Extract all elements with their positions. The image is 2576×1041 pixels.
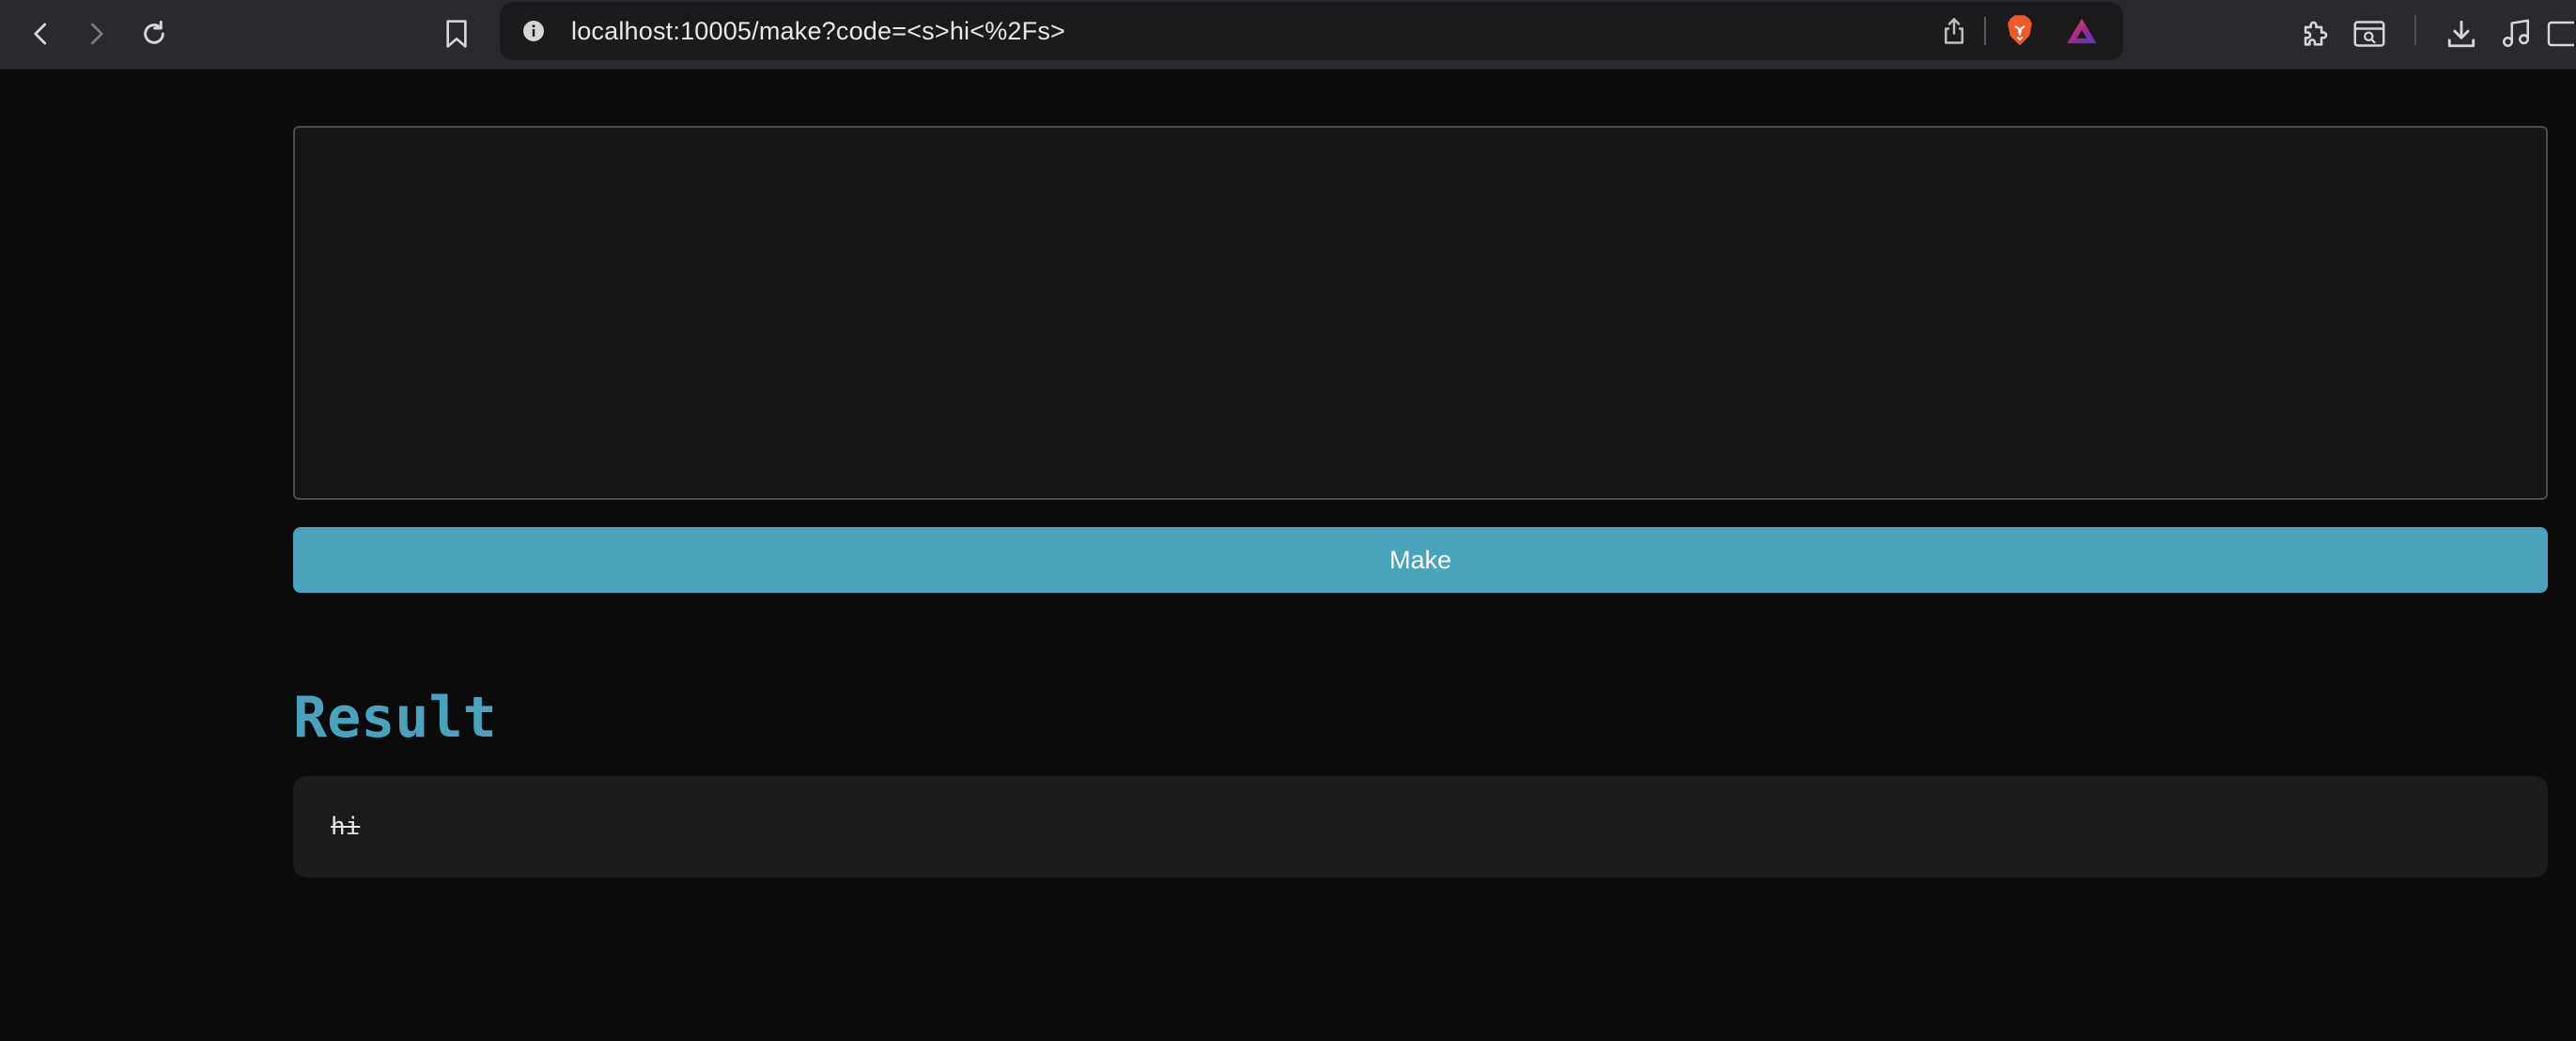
- puzzle-icon: [2304, 21, 2328, 46]
- reload-icon: [144, 20, 164, 44]
- reader-mode-icon: [2353, 21, 2385, 47]
- forward-button[interactable]: [75, 13, 116, 54]
- brave-shields-button[interactable]: [2003, 14, 2037, 48]
- brave-lion-icon: [2008, 15, 2032, 46]
- reader-mode-button[interactable]: [2349, 13, 2390, 54]
- address-bar[interactable]: localhost:10005/make?code=<s>hi<%2Fs>: [500, 2, 2123, 60]
- result-output-box: hi: [293, 776, 2548, 878]
- share-icon: [1945, 18, 1963, 44]
- browser-toolbar: localhost:10005/make?code=<s>hi<%2Fs>: [0, 0, 2576, 70]
- make-button[interactable]: Make: [293, 527, 2548, 593]
- chevron-left-icon: [34, 23, 47, 45]
- code-input[interactable]: [293, 126, 2548, 500]
- toolbar-divider: [2414, 15, 2416, 45]
- page-content: Make Result hi: [0, 70, 2576, 1041]
- bookmark-icon: [446, 20, 467, 48]
- extensions-button[interactable]: [2294, 13, 2335, 54]
- brave-rewards-button[interactable]: [2065, 14, 2099, 48]
- reload-button[interactable]: [133, 13, 175, 54]
- result-heading: Result: [293, 685, 497, 751]
- music-note-icon: [2502, 19, 2530, 48]
- downloads-button[interactable]: [2441, 13, 2482, 54]
- back-button[interactable]: [21, 13, 62, 54]
- sidebar-icon: [2547, 21, 2574, 47]
- url-text[interactable]: localhost:10005/make?code=<s>hi<%2Fs>: [571, 2, 1065, 60]
- address-divider: [1984, 17, 1986, 45]
- sidebar-button[interactable]: [2546, 13, 2576, 54]
- share-button[interactable]: [1937, 14, 1971, 48]
- media-button[interactable]: [2495, 13, 2537, 54]
- bookmark-button[interactable]: [436, 13, 477, 54]
- info-icon[interactable]: [522, 20, 545, 42]
- chevron-right-icon: [90, 23, 103, 45]
- download-icon: [2447, 20, 2475, 48]
- triangle-rewards-icon: [2067, 18, 2097, 44]
- result-output-text: hi: [331, 813, 361, 841]
